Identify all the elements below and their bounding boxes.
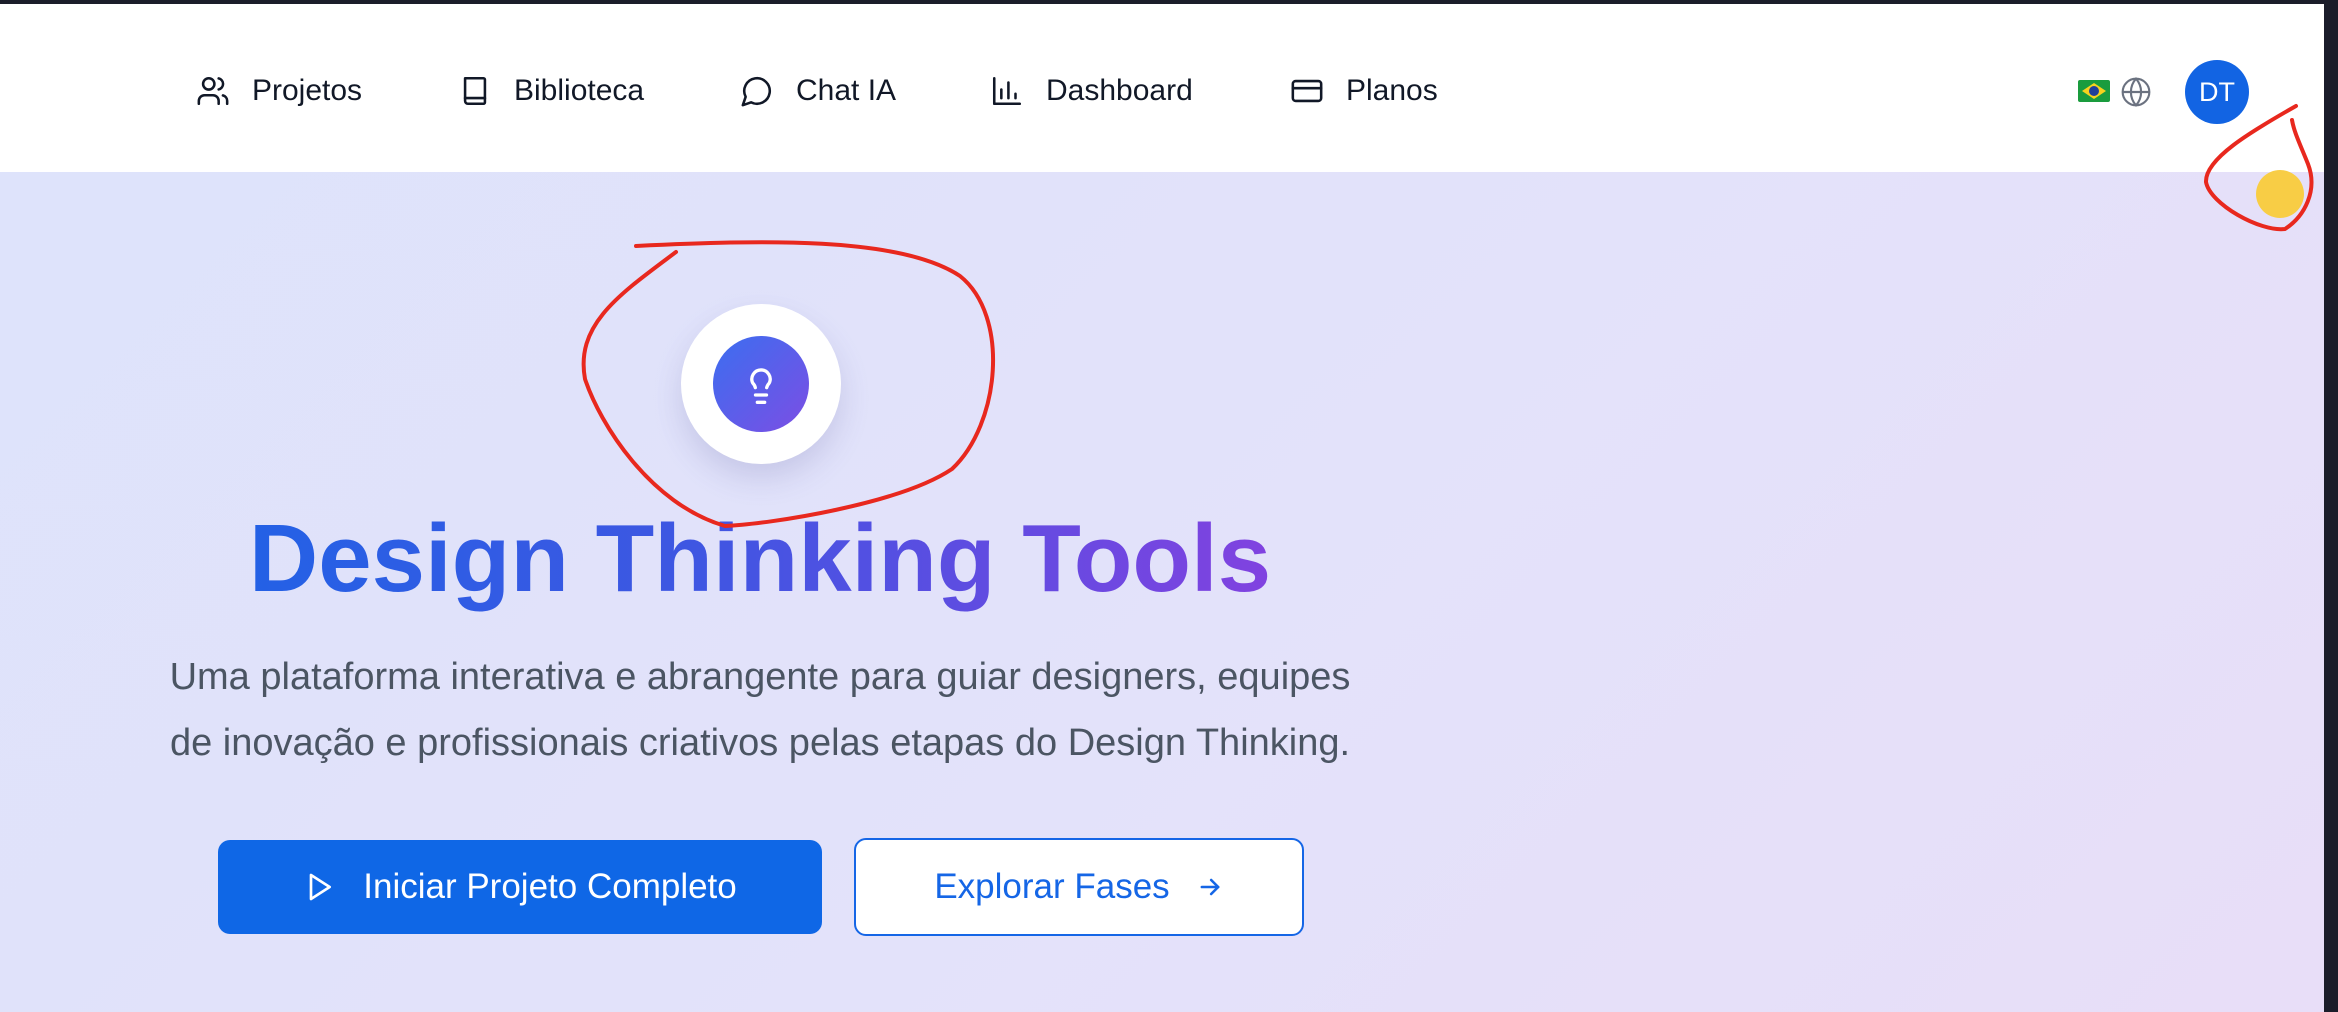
hero-icon-circle <box>713 336 809 432</box>
explore-phases-label: Explorar Fases <box>934 867 1170 906</box>
hero-icon-badge <box>681 304 841 464</box>
nav-item-projetos[interactable]: Projetos <box>196 56 362 126</box>
page-viewport: Projetos Biblioteca Chat IA Dashboard Pl… <box>0 4 2324 1012</box>
nav-item-biblioteca[interactable]: Biblioteca <box>458 56 644 126</box>
start-project-button[interactable]: Iniciar Projeto Completo <box>218 840 822 934</box>
explore-phases-button[interactable]: Explorar Fases <box>854 838 1304 936</box>
nav-item-planos[interactable]: Planos <box>1290 56 1438 126</box>
hero-title: Design Thinking Tools <box>160 504 1360 614</box>
lightbulb-icon <box>750 368 772 404</box>
hero-subtitle: Uma plataforma interativa e abrangente p… <box>60 644 1460 776</box>
book-icon <box>463 76 487 106</box>
nav-label: Chat IA <box>796 74 897 107</box>
nav-label: Biblioteca <box>514 74 645 107</box>
flag-orb <box>2089 86 2099 96</box>
nav-item-chat-ia[interactable]: Chat IA <box>740 56 896 126</box>
hero-subtitle-line: Uma plataforma interativa e abrangente p… <box>169 656 1351 698</box>
brazil-flag-icon[interactable] <box>2078 80 2110 102</box>
nav-label: Dashboard <box>1046 74 1193 107</box>
nav-label: Projetos <box>252 74 363 107</box>
bar-chart-icon <box>992 76 1022 106</box>
user-avatar[interactable]: DT <box>2185 60 2249 124</box>
globe-icon[interactable] <box>2120 76 2152 108</box>
hero-subtitle-line: de inovação e profissionais criativos pe… <box>169 722 1351 764</box>
floating-yellow-dot <box>2256 170 2304 218</box>
top-navbar: Projetos Biblioteca Chat IA Dashboard Pl… <box>0 4 2324 172</box>
play-icon <box>309 873 332 901</box>
users-icon <box>197 76 229 106</box>
window-edge <box>2324 0 2338 1012</box>
credit-card-icon <box>1291 79 1323 103</box>
start-project-label: Iniciar Projeto Completo <box>363 867 737 906</box>
nav-label: Planos <box>1346 74 1438 107</box>
chat-bubble-icon <box>741 76 772 107</box>
nav-item-dashboard[interactable]: Dashboard <box>990 56 1193 126</box>
arrow-right-icon <box>1200 878 1220 896</box>
